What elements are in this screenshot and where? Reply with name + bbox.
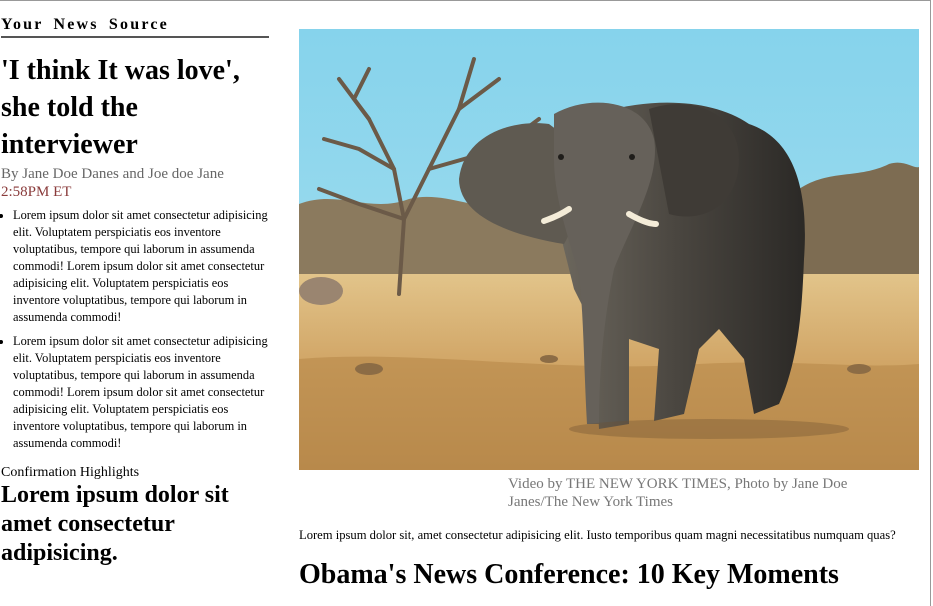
article-headline[interactable]: 'I think It was love', she told the inte… [1, 52, 269, 163]
list-item: Lorem ipsum dolor sit amet consectetur a… [13, 207, 269, 326]
feature-title[interactable]: Obama's News Conference: 10 Key Moments [299, 558, 919, 592]
article-timestamp: 2:58PM ET [1, 184, 72, 200]
right-column: Video by THE NEW YORK TIMES, Photo by Ja… [299, 29, 919, 592]
section-title: Your News Source [1, 15, 269, 38]
highlights-headline[interactable]: Lorem ipsum dolor sit amet consectetur a… [1, 481, 269, 568]
feature-lead: Lorem ipsum dolor sit, amet consectetur … [299, 528, 896, 542]
article-bullets: Lorem ipsum dolor sit amet consectetur a… [1, 207, 269, 452]
article-byline: By Jane Doe Danes and Joe doe Jane [1, 166, 224, 182]
photo-caption: Video by THE NEW YORK TIMES, Photo by Ja… [508, 476, 848, 510]
list-item: Lorem ipsum dolor sit amet consectetur a… [13, 333, 269, 452]
highlights-label: Confirmation Highlights [1, 465, 140, 480]
left-column: Your News Source 'I think It was love', … [1, 15, 269, 568]
elephant-photo[interactable] [299, 29, 919, 470]
